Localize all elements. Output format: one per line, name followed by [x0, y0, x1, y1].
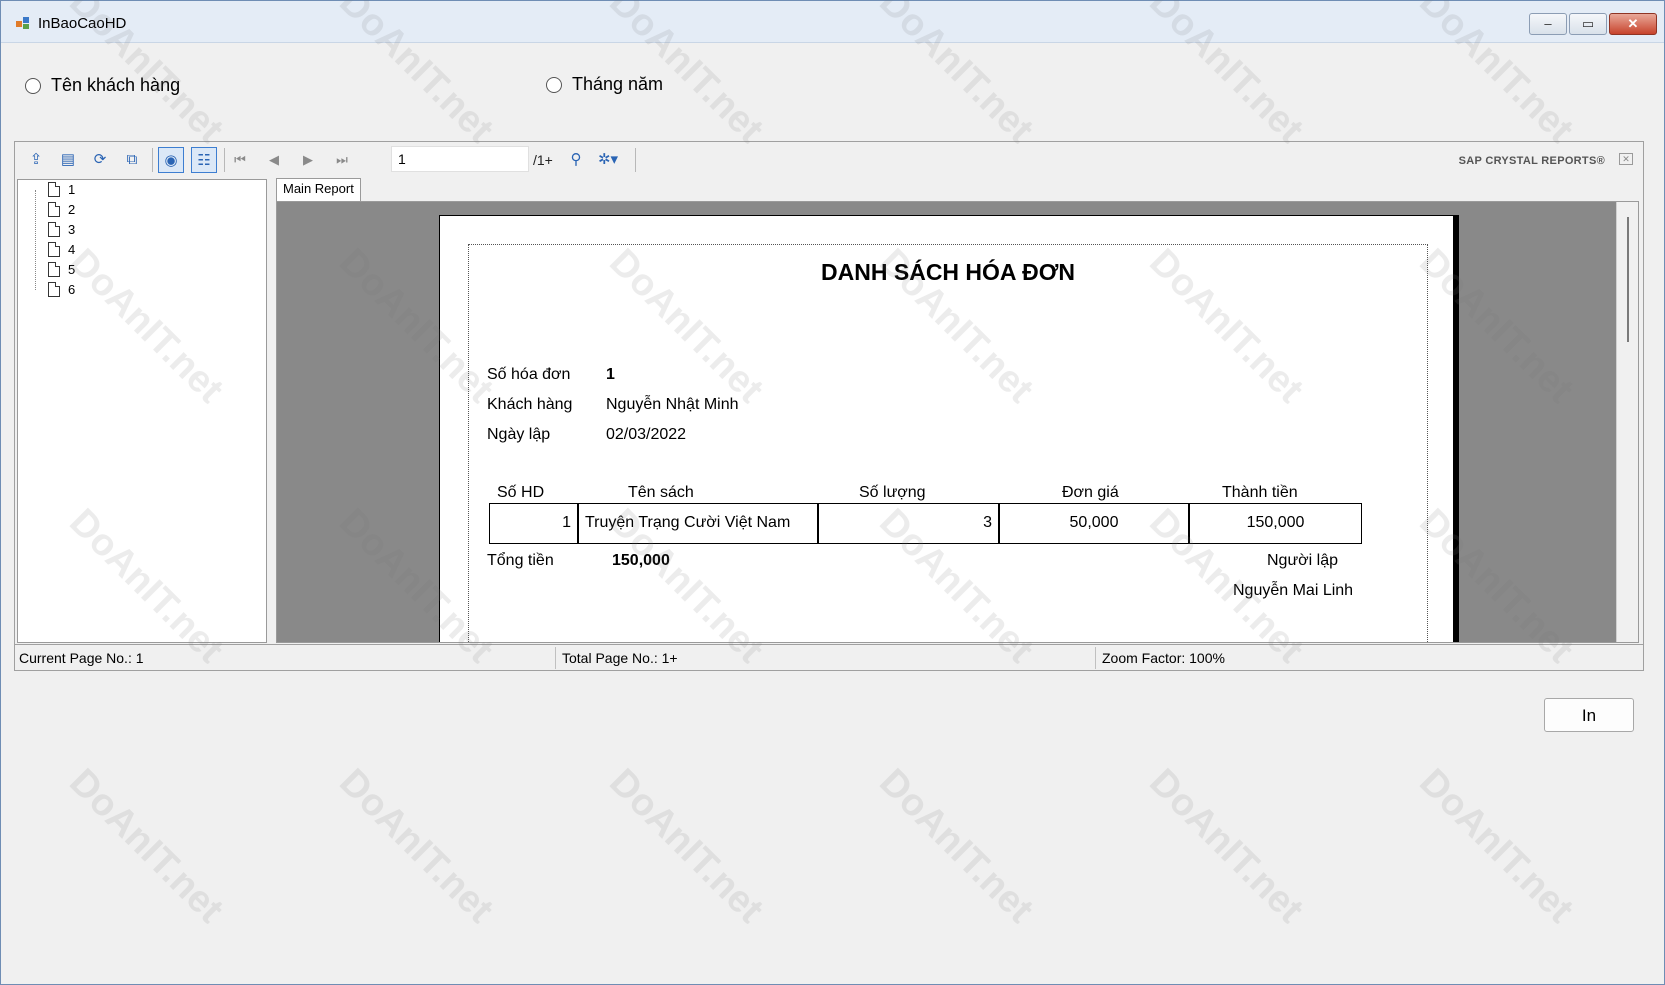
watermark-text: DoAnIT.net: [331, 761, 502, 932]
vertical-scrollbar[interactable]: [1616, 202, 1638, 642]
tree-node[interactable]: 3: [48, 222, 75, 237]
print-icon[interactable]: ▤: [55, 147, 81, 173]
column-header: Thành tiền: [1222, 484, 1298, 501]
toolbar-separator: [224, 148, 225, 172]
copy-icon[interactable]: ⧉: [119, 147, 145, 173]
first-page-icon[interactable]: ⏮: [229, 147, 251, 173]
crystal-report-viewer: ⇪ ▤ ⟳ ⧉ ◉ ☷ ⏮ ◀ ▶ ⏭ /1+ ⚲ ✲▾ SAP CRYSTAL…: [14, 141, 1644, 671]
column-header: Số lượng: [859, 484, 926, 501]
radio-thang-nam[interactable]: Tháng năm: [546, 74, 663, 95]
report-page: DANH SÁCH HÓA ĐƠN Số hóa đơn 1 Khách hàn…: [439, 215, 1459, 642]
radio-circle-icon[interactable]: [546, 76, 562, 93]
table-row: 1 Truyện Trạng Cười Việt Nam 3 50,000 15…: [489, 503, 1362, 544]
export-icon[interactable]: ⇪: [23, 147, 49, 173]
customer-value: Nguyễn Nhật Minh: [606, 396, 739, 413]
tree-node-label: 1: [68, 182, 76, 197]
report-body: DANH SÁCH HÓA ĐƠN Số hóa đơn 1 Khách hàn…: [468, 244, 1428, 642]
toggle-parameter-panel-icon[interactable]: ◉: [158, 147, 184, 173]
tree-node-label: 4: [68, 242, 76, 257]
watermark-text: DoAnIT.net: [601, 761, 772, 932]
window-title: InBaoCaoHD: [38, 15, 127, 32]
next-page-icon[interactable]: ▶: [297, 147, 319, 173]
toolbar-separator: [152, 148, 153, 172]
report-title: DANH SÁCH HÓA ĐƠN: [821, 259, 1075, 285]
scrollbar-thumb[interactable]: [1627, 217, 1629, 342]
status-divider: [555, 647, 556, 669]
radio-label-customer: Tên khách hàng: [51, 75, 181, 95]
customer-label: Khách hàng: [487, 396, 573, 413]
main-window: InBaoCaoHD – ▭ ✕ Tên khách hàng Tháng nă…: [0, 0, 1665, 985]
cell-book-title: Truyện Trạng Cười Việt Nam: [579, 504, 819, 543]
watermark-text: DoAnIT.net: [871, 761, 1042, 932]
previous-page-icon[interactable]: ◀: [263, 147, 285, 173]
toggle-group-tree-icon[interactable]: ☷: [191, 147, 217, 173]
page-icon: [48, 182, 60, 197]
tree-node-label: 3: [68, 222, 76, 237]
column-header: Tên sách: [628, 484, 694, 501]
tree-node-label: 2: [68, 202, 76, 217]
report-canvas: DANH SÁCH HÓA ĐƠN Số hóa đơn 1 Khách hàn…: [276, 201, 1639, 643]
group-tree: 1 2 3 4 5 6: [17, 179, 267, 643]
watermark-text: DoAnIT.net: [1411, 761, 1582, 932]
cell-invoice-id: 1: [490, 504, 579, 543]
zoom-icon[interactable]: ✲▾: [595, 147, 621, 173]
page-icon: [48, 242, 60, 257]
tree-node-label: 6: [68, 282, 76, 297]
status-bar: Current Page No.: 1 Total Page No.: 1+ Z…: [15, 644, 1643, 670]
status-current-page: Current Page No.: 1: [19, 650, 144, 666]
cell-quantity: 3: [819, 504, 1000, 543]
tree-node[interactable]: 1: [48, 182, 75, 197]
date-value: 02/03/2022: [606, 426, 687, 443]
total-label: Tổng tiền: [487, 552, 554, 569]
radio-label-month-year: Tháng năm: [572, 74, 664, 94]
tree-node[interactable]: 2: [48, 202, 75, 217]
page-icon: [48, 222, 60, 237]
tab-main-report[interactable]: Main Report: [276, 178, 361, 201]
tree-connector: [35, 190, 36, 290]
cell-unit-price: 50,000: [1000, 504, 1190, 543]
page-number-input[interactable]: [391, 146, 529, 172]
total-value: 150,000: [612, 552, 670, 569]
viewer-toolbar: ⇪ ▤ ⟳ ⧉ ◉ ☷ ⏮ ◀ ▶ ⏭ /1+ ⚲ ✲▾ SAP CRYSTAL…: [15, 142, 1643, 178]
print-button[interactable]: In: [1544, 698, 1634, 732]
tree-node[interactable]: 5: [48, 262, 75, 277]
cell-amount: 150,000: [1246, 514, 1305, 531]
page-icon: [48, 262, 60, 277]
page-icon: [48, 282, 60, 297]
minimize-button[interactable]: –: [1529, 13, 1567, 35]
invoice-number-label: Số hóa đơn: [487, 366, 571, 383]
find-icon[interactable]: ⚲: [563, 147, 589, 173]
tree-node[interactable]: 6: [48, 282, 75, 297]
refresh-icon[interactable]: ⟳: [87, 147, 113, 173]
radio-ten-khach-hang[interactable]: Tên khách hàng: [25, 75, 180, 96]
status-total-pages: Total Page No.: 1+: [562, 650, 678, 666]
watermark-text: DoAnIT.net: [61, 761, 232, 932]
tree-node-label: 5: [68, 262, 76, 277]
close-button[interactable]: ✕: [1609, 13, 1657, 35]
title-bar: InBaoCaoHD – ▭ ✕: [1, 1, 1664, 43]
page-total-label: /1+: [533, 152, 553, 168]
invoice-number-value: 1: [606, 366, 615, 383]
column-header: Đơn giá: [1062, 484, 1119, 501]
app-icon: [16, 17, 29, 29]
status-divider: [1095, 647, 1096, 669]
watermark-text: DoAnIT.net: [1141, 761, 1312, 932]
status-zoom: Zoom Factor: 100%: [1102, 650, 1225, 666]
date-label: Ngày lập: [487, 426, 551, 443]
last-page-icon[interactable]: ⏭: [331, 147, 353, 173]
tree-node[interactable]: 4: [48, 242, 75, 257]
creator-label: Người lập: [1267, 552, 1339, 569]
radio-circle-icon[interactable]: [25, 77, 41, 94]
maximize-button[interactable]: ▭: [1569, 13, 1607, 35]
brand-label: SAP CRYSTAL REPORTS®: [1458, 155, 1605, 167]
page-icon: [48, 202, 60, 217]
close-view-icon[interactable]: ✕: [1619, 153, 1633, 165]
toolbar-separator: [635, 148, 636, 172]
creator-value: Nguyễn Mai Linh: [1233, 582, 1354, 599]
column-header: Số HD: [497, 484, 545, 501]
